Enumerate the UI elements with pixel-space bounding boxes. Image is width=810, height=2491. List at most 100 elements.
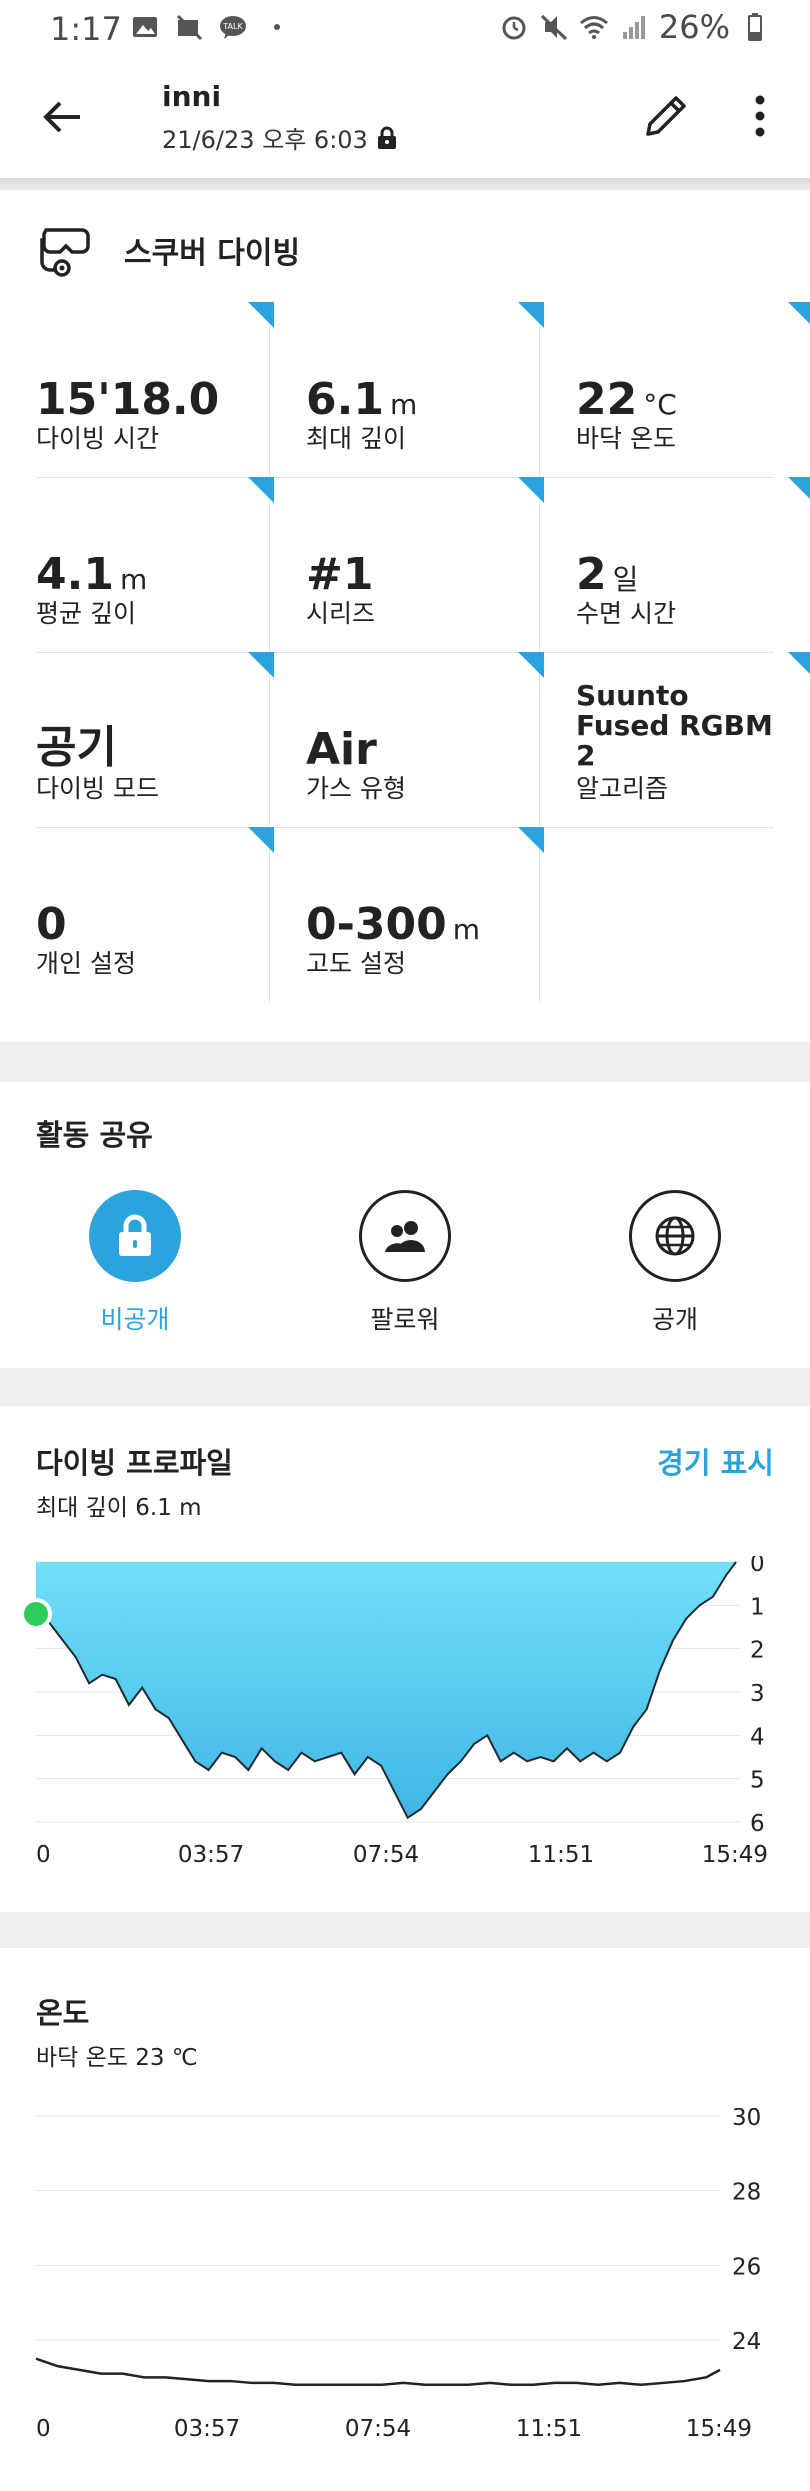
stat-edit-corner: [248, 302, 274, 328]
status-bar: 1:17 TALK 26%: [0, 0, 810, 58]
x-tick-label: 15:49: [702, 1842, 768, 1868]
y-tick-label: 3: [750, 1681, 765, 1707]
activity-date-text: 21/6/23 오후 6:03: [162, 126, 368, 154]
y-tick-label: 0: [750, 1556, 765, 1577]
section-separator: [0, 1042, 810, 1082]
stat-max-depth[interactable]: 6.1 m 최대 깊이: [306, 302, 544, 477]
share-option-private[interactable]: 비공개: [55, 1190, 215, 1336]
app-header: inni 21/6/23 오후 6:03: [0, 58, 810, 178]
stat-value: Air: [306, 724, 377, 775]
stat-edit-corner: [788, 652, 810, 678]
signal-icon: [622, 16, 645, 39]
share-option-label: 팔로워: [370, 1305, 440, 1334]
y-tick-label: 28: [732, 2180, 761, 2206]
x-tick-label: 0: [36, 2416, 51, 2442]
stat-series[interactable]: #1 시리즈: [306, 477, 544, 652]
y-tick-label: 6: [750, 1811, 765, 1837]
stat-bottom-temp[interactable]: 22 °C 바닥 온도: [576, 302, 810, 477]
stat-edit-corner: [518, 827, 544, 853]
stat-value: 0: [36, 899, 67, 950]
stat-edit-corner: [788, 302, 810, 328]
vibrate-mute-icon: [540, 14, 567, 41]
y-tick-label: 4: [750, 1724, 765, 1750]
share-option-label: 비공개: [100, 1305, 170, 1334]
share-option-circle[interactable]: [629, 1190, 721, 1282]
stat-dive-time[interactable]: 15'18.0 다이빙 시간: [36, 302, 274, 477]
y-tick-label: 24: [732, 2329, 761, 2355]
stat-label: 다이빙 모드: [36, 774, 159, 803]
dot-icon: [274, 24, 280, 30]
x-tick-label: 11:51: [528, 1842, 594, 1868]
stat-value: 0-300: [306, 899, 447, 950]
y-tick-label: 2: [750, 1638, 765, 1664]
activity-title: inni: [162, 80, 222, 113]
activity-datetime: 21/6/23 오후 6:03: [162, 120, 398, 155]
x-tick-label: 15:49: [686, 2416, 752, 2442]
x-tick-label: 07:54: [353, 1842, 419, 1868]
back-arrow-icon[interactable]: [40, 94, 86, 140]
kakaotalk-icon: TALK: [220, 16, 246, 39]
x-tick-label: 07:54: [345, 2416, 411, 2442]
lock-icon: [119, 1214, 151, 1256]
share-option-followers[interactable]: 팔로워: [325, 1190, 485, 1336]
stat-edit-corner: [248, 827, 274, 853]
x-tick-label: 03:57: [174, 2416, 240, 2442]
stat-altitude-setting[interactable]: 0-300 m 고도 설정: [306, 827, 544, 1002]
battery-icon: [748, 13, 762, 41]
stat-value: 공기: [36, 722, 117, 773]
x-tick-label: 0: [36, 1842, 51, 1868]
lock-icon: [377, 126, 396, 149]
stat-unit: 일: [612, 563, 639, 596]
stat-avg-depth[interactable]: 4.1 m 평균 깊이: [36, 477, 274, 652]
header-divider: [0, 178, 810, 190]
stat-gas-type[interactable]: Air 가스 유형: [306, 652, 544, 827]
stat-label: 수면 시간: [576, 599, 676, 628]
stat-value: #1: [306, 549, 374, 600]
stat-dive-mode[interactable]: 공기 다이빙 모드: [36, 652, 274, 827]
show-workout-link[interactable]: 경기 표시: [657, 1440, 774, 1482]
stat-algorithm[interactable]: Suunto Fused RGBM 2 알고리즘: [576, 652, 810, 827]
edit-pencil-icon[interactable]: [640, 90, 692, 142]
stat-label: 알고리즘: [576, 774, 669, 803]
depth-profile-chart[interactable]: 0 1 2 3 4 5 6 0 03:57 07:54 11:51 15:49: [0, 1556, 810, 1886]
temperature-chart[interactable]: 30 28 26 24 0 03:57 07:54 11:51 15:49: [0, 2108, 810, 2448]
y-tick-label: 5: [750, 1768, 765, 1794]
share-option-public[interactable]: 공개: [595, 1190, 755, 1336]
section-separator: [0, 1368, 810, 1406]
temperature-subtitle: 바닥 온도 23 ℃: [36, 2045, 198, 2071]
stat-value: 15'18.0: [36, 374, 220, 425]
stat-edit-corner: [788, 477, 810, 503]
gallery-icon: [133, 17, 157, 37]
y-tick-label: 26: [732, 2254, 761, 2280]
share-option-circle[interactable]: [359, 1190, 451, 1282]
stat-label: 개인 설정: [36, 949, 136, 978]
stat-label: 시리즈: [306, 599, 376, 628]
x-tick-label: 03:57: [178, 1842, 244, 1868]
svg-text:TALK: TALK: [222, 22, 243, 31]
profile-title: 다이빙 프로파일: [36, 1446, 233, 1480]
scuba-mask-icon: [40, 228, 90, 277]
temperature-card: 온도 바닥 온도 23 ℃ 30 28 26 24 0 03:57 07:54 11:51 15…: [0, 1948, 810, 2491]
stat-label: 평균 깊이: [36, 599, 136, 628]
stat-surface-time[interactable]: 2일 수면 시간: [576, 477, 810, 652]
status-time: 1:17: [50, 10, 122, 48]
stat-unit: m: [452, 913, 481, 946]
stat-personal-setting[interactable]: 0 개인 설정: [36, 827, 274, 1002]
mute-notification-icon: [176, 14, 203, 41]
section-separator: [0, 1912, 810, 1948]
stat-value: 4.1: [36, 549, 114, 600]
battery-percent: 26%: [658, 8, 730, 46]
stat-label: 바닥 온도: [576, 424, 676, 453]
dive-start-marker: [20, 1598, 52, 1630]
stat-edit-corner: [518, 652, 544, 678]
profile-subtitle: 최대 깊이 6.1 m: [36, 1495, 202, 1521]
stat-value: 2: [576, 549, 607, 600]
alarm-icon: [502, 16, 526, 40]
stat-edit-corner: [518, 477, 544, 503]
wifi-icon: [579, 16, 608, 39]
stat-label: 최대 깊이: [306, 424, 406, 453]
share-option-circle[interactable]: [89, 1190, 181, 1282]
temperature-title: 온도: [36, 1996, 90, 2030]
more-options-icon[interactable]: [745, 90, 775, 142]
stat-label: 다이빙 시간: [36, 424, 159, 453]
